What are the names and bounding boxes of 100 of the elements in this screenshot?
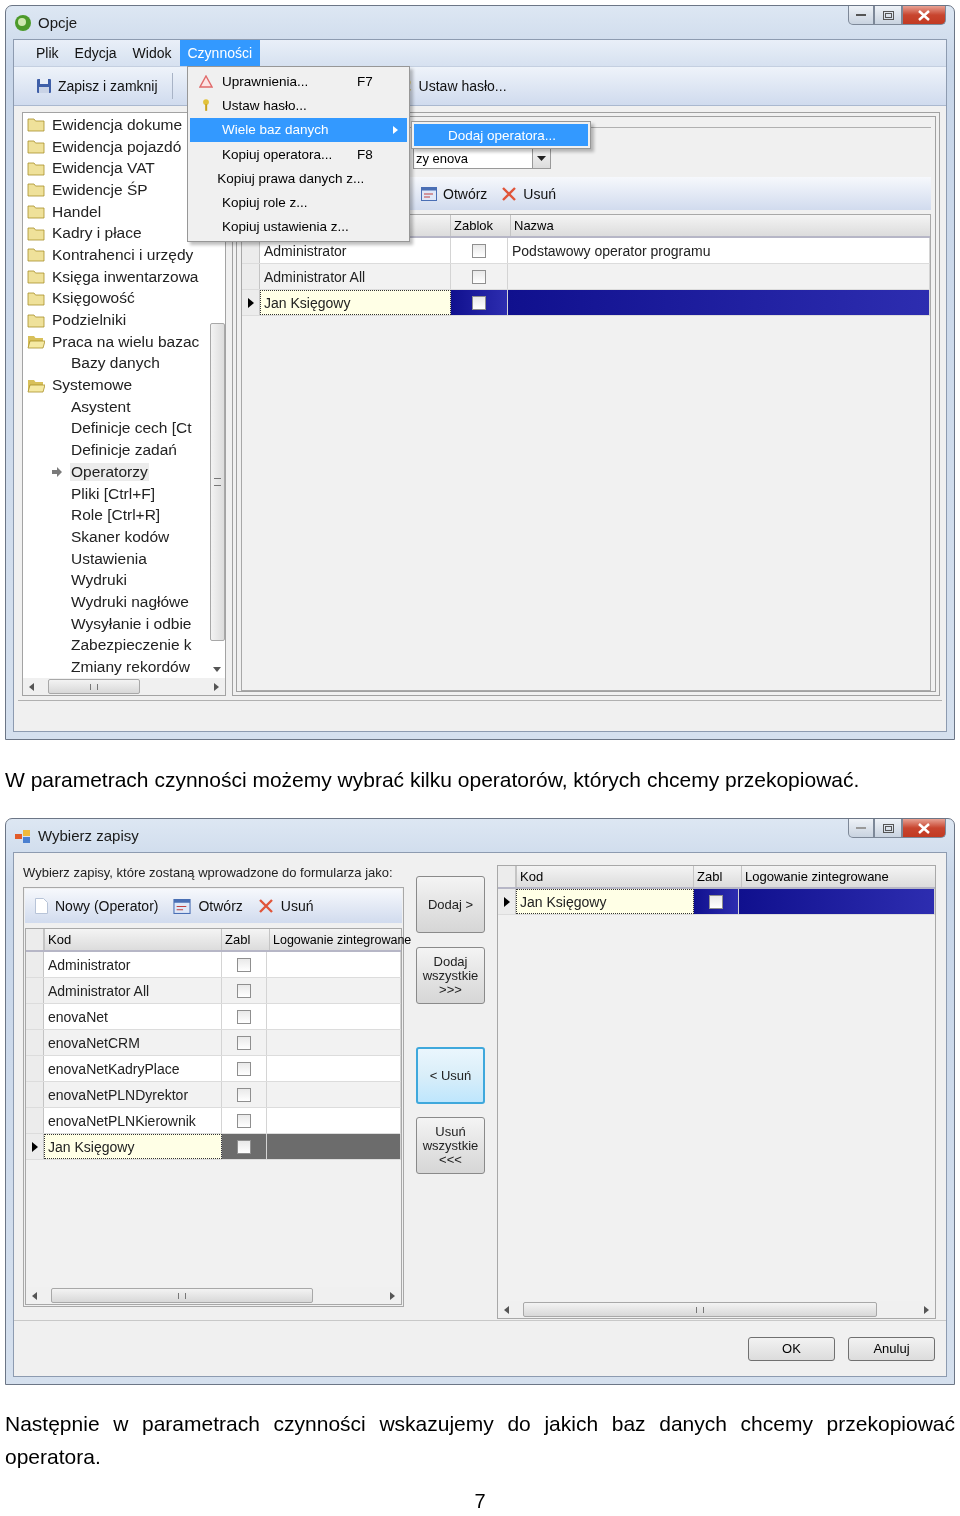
minimize-button[interactable]: [848, 819, 874, 838]
tree-item[interactable]: Podzielniki: [51, 311, 128, 330]
tree-item[interactable]: Księgowość: [51, 289, 136, 308]
tree-item[interactable]: Zabezpieczenie k: [70, 636, 193, 655]
scroll-left-icon[interactable]: [32, 1291, 37, 1300]
transfer-button[interactable]: Usuń wszystkie <<<: [416, 1117, 485, 1174]
column-header[interactable]: Logowanie zintegrowane: [741, 866, 935, 887]
tree-item[interactable]: Bazy danych: [70, 354, 161, 373]
row-pointer-icon: [503, 896, 510, 907]
column-header[interactable]: Nazwa: [510, 215, 930, 236]
table-cell: Administrator All: [260, 264, 451, 289]
menu-item[interactable]: Uprawnienia... F7: [190, 69, 407, 94]
menu-item[interactable]: Kopiuj role z...: [190, 190, 407, 215]
column-header[interactable]: Zabl: [693, 866, 741, 887]
column-header[interactable]: Logowanie zintegrowane: [269, 929, 412, 951]
toolbar-button[interactable]: Otwórz: [198, 898, 243, 915]
close-button[interactable]: [902, 6, 946, 25]
scroll-left-icon[interactable]: [29, 682, 34, 691]
checkbox[interactable]: [237, 1087, 251, 1102]
menu-item[interactable]: Ustaw hasło...: [190, 93, 407, 118]
checkbox[interactable]: [237, 957, 251, 972]
toolbar-button[interactable]: Usuń: [523, 185, 557, 202]
row-pointer-icon: [31, 1141, 38, 1152]
checkbox[interactable]: [237, 1009, 251, 1024]
checkbox[interactable]: [237, 983, 251, 998]
scroll-right-icon[interactable]: [924, 1305, 929, 1314]
menu-item[interactable]: Edycja: [66, 40, 125, 66]
menu-item[interactable]: Kopiuj prawa danych z...: [190, 166, 407, 191]
maximize-button[interactable]: [874, 819, 902, 838]
tree-item[interactable]: Skaner kodów: [70, 527, 171, 546]
checkbox[interactable]: [237, 1061, 251, 1076]
scroll-right-icon[interactable]: [390, 1291, 395, 1300]
menu-item[interactable]: Plik: [28, 40, 67, 66]
tree-item[interactable]: Ewidencje ŚP: [51, 180, 149, 199]
table-cell: Jan Księgowy: [44, 1134, 222, 1160]
warning-icon: [199, 74, 213, 88]
menu-item[interactable]: Widok: [124, 40, 180, 66]
toolbar-button[interactable]: Otwórz: [443, 185, 488, 202]
scrollbar-thumb[interactable]: [523, 1302, 877, 1317]
scrollbar-thumb[interactable]: [48, 679, 140, 694]
dialog-button[interactable]: Anuluj: [848, 1336, 935, 1361]
checkbox[interactable]: [237, 1139, 251, 1154]
transfer-button[interactable]: Dodaj wszystkie >>>: [416, 947, 485, 1004]
checkbox[interactable]: [237, 1113, 251, 1128]
tree-item[interactable]: Definicje zadań: [70, 441, 178, 460]
checkbox[interactable]: [237, 1035, 251, 1050]
maximize-button[interactable]: [874, 6, 902, 25]
minimize-button[interactable]: [848, 6, 874, 25]
toolbar-button[interactable]: Zapisz i zamknij: [58, 78, 158, 94]
row-header[interactable]: [242, 290, 260, 315]
checkbox[interactable]: [472, 243, 486, 258]
dialog-button[interactable]: OK: [748, 1336, 835, 1361]
checkbox[interactable]: [709, 894, 723, 909]
tree-item[interactable]: Asystent: [70, 397, 132, 416]
column-header[interactable]: Kod: [516, 866, 693, 887]
tree-item[interactable]: Operatorzy: [70, 462, 149, 481]
tree-item[interactable]: Role [Ctrl+R]: [70, 506, 162, 525]
scroll-right-icon[interactable]: [214, 682, 219, 691]
scrollbar[interactable]: [23, 678, 225, 695]
tree-item[interactable]: Wydruki: [70, 571, 128, 590]
delete-icon: [501, 185, 518, 202]
row-header[interactable]: [498, 889, 516, 914]
transfer-button[interactable]: < Usuń: [416, 1047, 485, 1104]
app-icon: [14, 827, 32, 844]
tree-item[interactable]: Wysyłanie i odbie: [70, 614, 193, 633]
toolbar-button[interactable]: Nowy (Operator): [55, 898, 159, 915]
checkbox[interactable]: [472, 269, 486, 284]
tree-item[interactable]: Ewidencja VAT: [51, 159, 156, 178]
menu-item[interactable]: Kopiuj ustawienia z...: [190, 214, 407, 240]
tree-item[interactable]: Kadry i płace: [51, 224, 143, 243]
close-button[interactable]: [902, 819, 946, 838]
table-cell: Administrator All: [44, 978, 222, 1004]
column-header[interactable]: Zablok: [450, 215, 510, 236]
tree-item[interactable]: Wydruki nagłówe: [70, 592, 190, 611]
tree-item[interactable]: Pliki [Ctrl+F]: [70, 484, 156, 503]
scrollbar-thumb[interactable]: [209, 323, 225, 641]
checkbox[interactable]: [472, 295, 486, 310]
tree-item[interactable]: Praca na wielu bazac: [51, 332, 201, 351]
menu-item[interactable]: Kopiuj operatora... F8: [190, 141, 407, 167]
column-header[interactable]: Kod: [44, 929, 221, 951]
tree-item[interactable]: Ewidencja pojazdó: [51, 137, 183, 156]
tree-item[interactable]: Zmiany rekordów: [70, 658, 191, 677]
tree-item[interactable]: Systemowe: [51, 376, 134, 395]
scroll-left-icon[interactable]: [504, 1305, 509, 1314]
maximize-icon: [882, 823, 894, 833]
tree-item[interactable]: Ewidencja dokume: [51, 115, 184, 134]
tree-item[interactable]: Definicje cech [Ct: [70, 419, 193, 438]
tree-item[interactable]: Księga inwentarzowa: [51, 267, 200, 286]
toolbar-button[interactable]: Ustaw hasło...: [418, 78, 507, 94]
tree-item[interactable]: Handel: [51, 202, 103, 221]
database-dropdown[interactable]: zy enova: [413, 148, 551, 169]
toolbar-button[interactable]: Usuń: [280, 898, 314, 915]
tree-item[interactable]: Ustawienia: [70, 549, 148, 568]
transfer-button[interactable]: Dodaj >: [416, 876, 485, 933]
scrollbar-thumb[interactable]: [51, 1288, 313, 1303]
paragraph: W parametrach czynności możemy wybrać kilku operatorów, których chcemy przekopiować.: [4, 767, 861, 793]
tree-item[interactable]: Kontrahenci i urzędy: [51, 245, 195, 264]
row-header[interactable]: [26, 1134, 44, 1160]
scroll-down-icon[interactable]: [213, 667, 221, 672]
column-header[interactable]: Zabl: [221, 929, 269, 951]
